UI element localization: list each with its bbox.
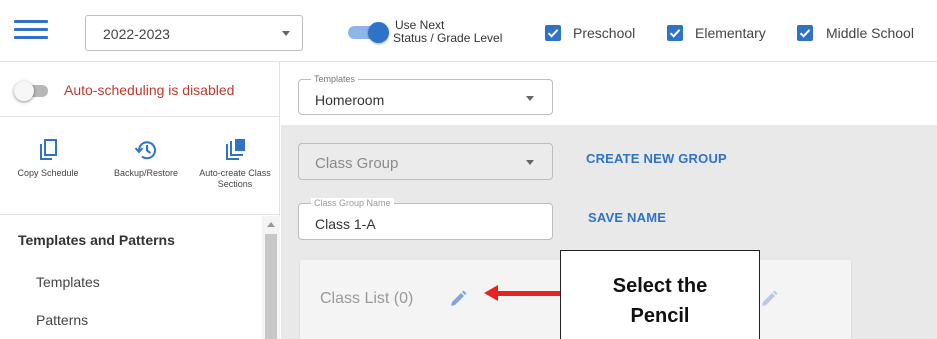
hamburger-menu-icon[interactable]	[14, 20, 48, 42]
school-year-value: 2022-2023	[103, 26, 170, 42]
annotation-arrow	[497, 291, 561, 296]
sidebar: Auto-scheduling is disabled Copy Schedul…	[0, 62, 280, 339]
templates-select[interactable]: Templates Homeroom	[298, 74, 553, 115]
auto-create-class-sections-label: Auto-create Class Sections	[199, 168, 271, 189]
section-title: Templates and Patterns	[18, 232, 175, 248]
layers-icon	[198, 138, 272, 162]
templates-label: Templates	[311, 74, 359, 84]
top-bar: 2022-2023 Use Next Status / Grade Level …	[0, 0, 937, 62]
scrollbar-thumb[interactable]	[265, 234, 277, 339]
preschool-label: Preschool	[573, 25, 636, 41]
save-name-button[interactable]: SAVE NAME	[588, 210, 666, 225]
templates-patterns-list: Templates and Patterns Templates Pattern…	[0, 216, 280, 339]
chevron-down-icon	[526, 96, 534, 101]
copy-schedule-label: Copy Schedule	[17, 168, 79, 178]
sidebar-item-templates[interactable]: Templates	[36, 274, 100, 290]
chevron-down-icon	[526, 160, 534, 165]
use-next-label: Use Next Status / Grade Level	[393, 18, 503, 45]
preschool-checkbox[interactable]	[545, 25, 561, 41]
copy-schedule-button[interactable]: Copy Schedule	[6, 138, 90, 179]
elementary-label: Elementary	[695, 25, 766, 41]
edit-pencil-icon-2[interactable]	[759, 289, 779, 314]
auto-scheduling-status: Auto-scheduling is disabled	[64, 82, 235, 98]
sidebar-item-patterns[interactable]: Patterns	[36, 312, 88, 328]
annotation-line-1: Select the	[612, 275, 708, 297]
class-group-select[interactable]: Class Group	[298, 143, 553, 180]
annotation-callout: Select the Pencil	[560, 250, 760, 339]
middle-school-label: Middle School	[826, 25, 914, 41]
middle-school-checkbox[interactable]	[797, 25, 813, 41]
sidebar-scrollbar[interactable]	[262, 216, 280, 339]
templates-band: Templates Homeroom	[281, 62, 937, 125]
annotation-line-2: Pencil	[630, 305, 690, 327]
use-next-toggle[interactable]	[348, 22, 389, 43]
backup-restore-label: Backup/Restore	[113, 168, 179, 178]
copy-icon	[6, 138, 90, 162]
elementary-checkbox[interactable]	[667, 25, 683, 41]
class-group-placeholder: Class Group	[315, 155, 399, 172]
chevron-down-icon	[282, 31, 290, 36]
class-group-name-value: Class 1-A	[315, 216, 376, 232]
auto-scheduling-row: Auto-scheduling is disabled	[0, 62, 280, 117]
tools-row: Copy Schedule Backup/Restore Auto-create…	[0, 118, 280, 215]
annotation-arrow-head	[484, 285, 498, 301]
class-list-title: Class List (0)	[320, 290, 414, 307]
auto-create-class-sections-button[interactable]: Auto-create Class Sections	[198, 138, 272, 190]
auto-scheduling-toggle[interactable]	[14, 81, 56, 101]
class-group-name-label: Class Group Name	[311, 198, 394, 208]
class-group-name-field[interactable]: Class Group Name Class 1-A	[298, 198, 553, 240]
backup-restore-button[interactable]: Backup/Restore	[100, 138, 192, 179]
edit-pencil-icon[interactable]	[448, 289, 468, 314]
school-year-select[interactable]: 2022-2023	[85, 15, 303, 51]
history-icon	[100, 138, 192, 162]
templates-value: Homeroom	[315, 92, 385, 108]
scroll-up-icon[interactable]	[267, 222, 275, 227]
create-new-group-button[interactable]: CREATE NEW GROUP	[586, 151, 727, 166]
